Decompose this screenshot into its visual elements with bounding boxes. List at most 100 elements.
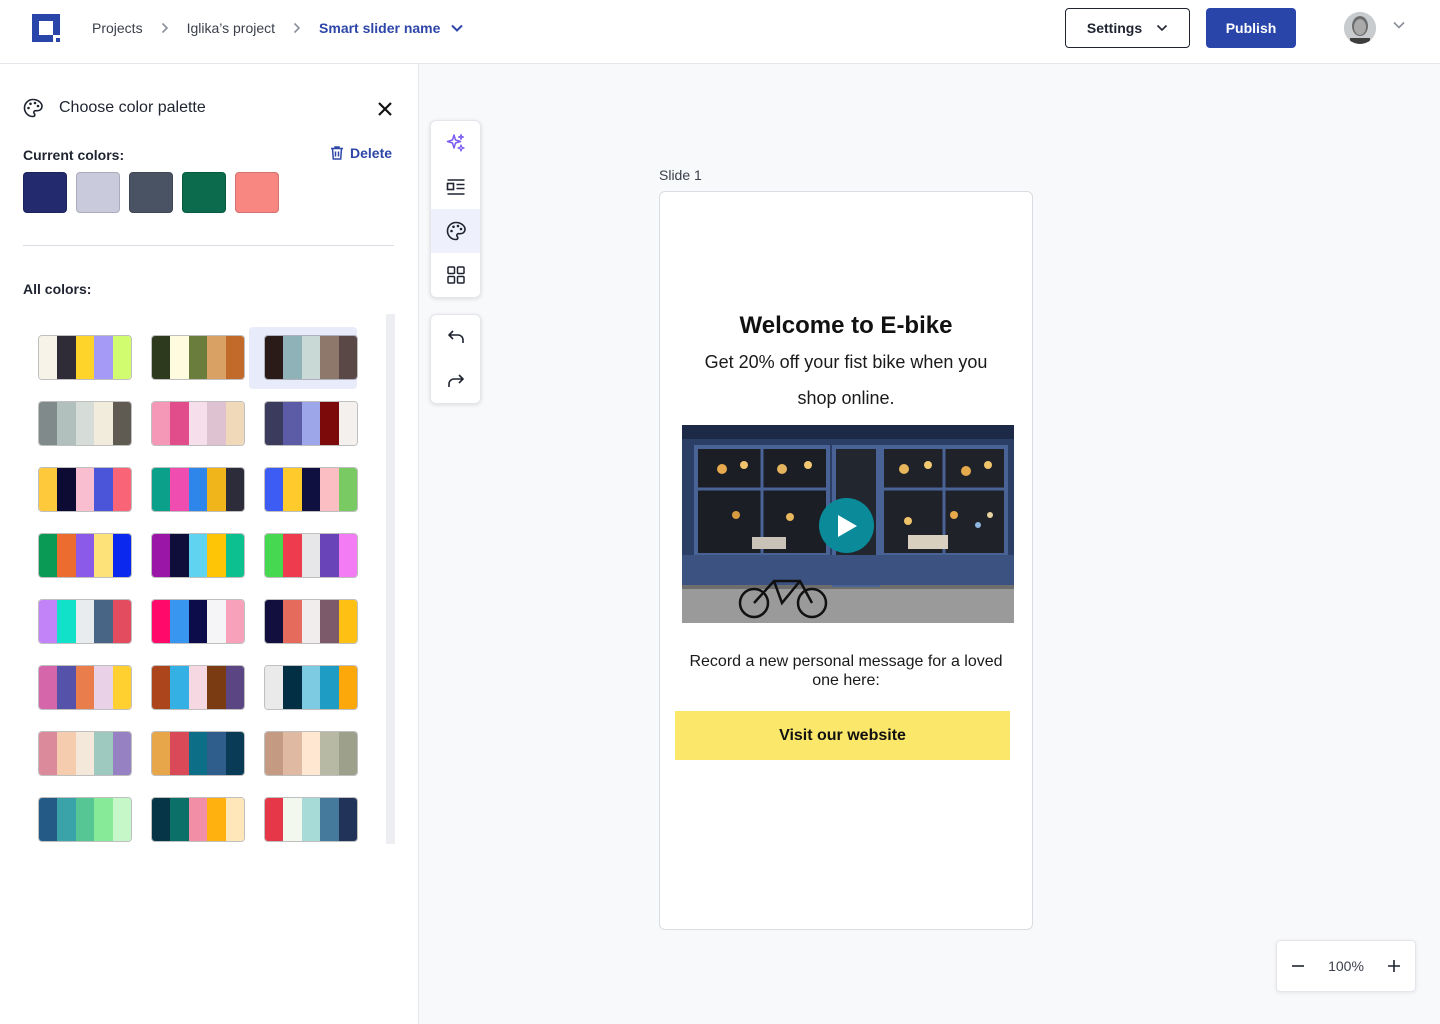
zoom-out-button[interactable] <box>1287 955 1309 977</box>
palette-option[interactable] <box>136 525 245 587</box>
palette-color <box>112 534 131 577</box>
chevron-down-icon[interactable] <box>1392 20 1406 30</box>
palette-option[interactable] <box>23 789 132 844</box>
publish-button[interactable]: Publish <box>1206 8 1296 48</box>
current-color-swatch[interactable] <box>235 172 279 213</box>
breadcrumb-slider-dropdown[interactable]: Smart slider name <box>319 20 464 36</box>
editor-toolbar <box>430 120 481 298</box>
breadcrumb: Projects Iglika’s project Smart slider n… <box>92 0 464 56</box>
palette-option[interactable] <box>136 657 245 719</box>
palette-option[interactable] <box>136 723 245 785</box>
redo-button[interactable] <box>431 359 480 403</box>
palette-color <box>225 798 244 841</box>
slide-subtitle[interactable]: Get 20% off your fist bike when you shop… <box>690 344 1002 416</box>
palette-color <box>283 798 302 841</box>
panel-title: Choose color palette <box>59 99 206 116</box>
palette-color <box>320 534 339 577</box>
palette-color <box>188 666 208 709</box>
current-color-swatch[interactable] <box>76 172 120 213</box>
palette-color <box>152 336 171 379</box>
palette-color <box>265 666 284 709</box>
palette-option[interactable] <box>249 525 358 587</box>
palette-color <box>94 666 113 709</box>
tool-ai[interactable] <box>431 121 480 165</box>
palette-option[interactable] <box>23 393 132 455</box>
palette-color <box>320 402 339 445</box>
palette-option[interactable] <box>23 327 132 389</box>
current-color-swatch[interactable] <box>129 172 173 213</box>
visit-website-button[interactable]: Visit our website <box>675 711 1010 760</box>
palette-option[interactable] <box>23 525 132 587</box>
settings-label: Settings <box>1086 20 1143 36</box>
palette-option[interactable] <box>249 789 358 844</box>
palette-option[interactable] <box>249 459 358 521</box>
tool-layout[interactable] <box>431 165 480 209</box>
video-thumbnail[interactable] <box>682 425 1014 623</box>
palette-option[interactable] <box>249 393 358 455</box>
palette-color <box>112 336 131 379</box>
palette-swatch-strip <box>151 797 245 842</box>
palette-option[interactable] <box>249 657 358 719</box>
delete-button[interactable]: Delete <box>330 145 392 161</box>
palette-color <box>301 402 321 445</box>
palette-color <box>265 336 284 379</box>
palette-option[interactable] <box>136 393 245 455</box>
palette-color <box>338 600 357 643</box>
grid-icon <box>446 266 465 284</box>
palette-option[interactable] <box>136 459 245 521</box>
palette-color <box>75 336 95 379</box>
palette-swatch-strip <box>264 401 358 446</box>
undo-button[interactable] <box>431 315 480 359</box>
palette-color <box>57 600 76 643</box>
current-color-swatch[interactable] <box>23 172 67 213</box>
slide-canvas[interactable]: Welcome to E-bike Get 20% off your fist … <box>659 191 1033 930</box>
palette-swatch-strip <box>264 335 358 380</box>
close-icon[interactable] <box>375 99 395 119</box>
palette-color <box>112 732 131 775</box>
palette-color <box>188 336 208 379</box>
palette-option[interactable] <box>249 327 358 389</box>
palette-color <box>57 666 76 709</box>
settings-button[interactable]: Settings <box>1065 8 1190 48</box>
palette-color <box>265 600 284 643</box>
palette-color <box>39 666 58 709</box>
palette-color <box>225 666 244 709</box>
breadcrumb-projects[interactable]: Projects <box>92 20 143 36</box>
palette-color <box>112 798 131 841</box>
palette-color <box>188 798 208 841</box>
palette-swatch-strip <box>151 335 245 380</box>
palette-swatch-strip <box>264 467 358 512</box>
avatar[interactable] <box>1344 12 1376 44</box>
current-color-swatch[interactable] <box>182 172 226 213</box>
breadcrumb-project[interactable]: Iglika’s project <box>187 20 275 36</box>
tool-grid[interactable] <box>431 253 480 297</box>
palette-color <box>39 600 58 643</box>
palette-option[interactable] <box>249 591 358 653</box>
palette-color <box>39 468 58 511</box>
palette-option[interactable] <box>249 723 358 785</box>
palette-color <box>188 534 208 577</box>
palette-scrollbar[interactable] <box>386 314 395 844</box>
panel-header: Choose color palette <box>23 98 206 118</box>
app-logo[interactable] <box>32 14 60 42</box>
palette-option[interactable] <box>23 723 132 785</box>
palette-color <box>57 336 76 379</box>
palette-option[interactable] <box>136 591 245 653</box>
palette-swatch-strip <box>38 533 132 578</box>
layout-icon <box>446 179 464 195</box>
tool-palette[interactable] <box>431 209 480 253</box>
slide-title[interactable]: Welcome to E-bike <box>660 312 1032 340</box>
palette-option[interactable] <box>136 789 245 844</box>
palette-option[interactable] <box>23 591 132 653</box>
palette-color <box>112 600 131 643</box>
slide-message[interactable]: Record a new personal message for a love… <box>676 652 1016 690</box>
zoom-in-button[interactable] <box>1383 955 1405 977</box>
history-toolbar <box>430 314 481 404</box>
play-button[interactable] <box>819 498 874 553</box>
palette-option[interactable] <box>136 327 245 389</box>
palette-color <box>75 798 95 841</box>
palette-color <box>338 798 357 841</box>
palette-option[interactable] <box>23 657 132 719</box>
palette-option[interactable] <box>23 459 132 521</box>
palette-color <box>338 732 357 775</box>
